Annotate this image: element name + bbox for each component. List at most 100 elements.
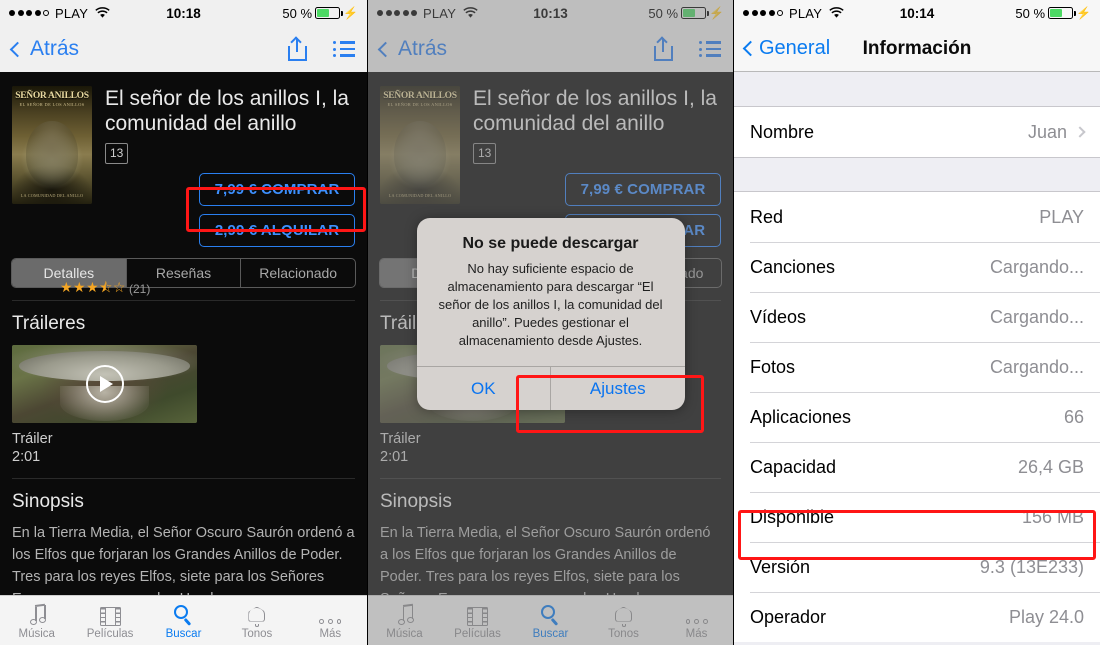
music-note-icon <box>27 602 47 626</box>
ellipsis-icon <box>319 602 342 626</box>
review-count: (21) <box>128 282 151 296</box>
alert-message: No hay suficiente espacio de almacenamie… <box>438 261 663 348</box>
row-capacidad-value: 26,4 GB <box>1017 456 1084 477</box>
trailers-heading: Tráileres <box>12 313 86 334</box>
movie-hero: SEÑOR ANILLOS EL SEÑOR DE LOS ANILLOS LA… <box>0 72 367 247</box>
bell-icon <box>247 602 266 627</box>
settings-list: Nombre Juan Red PLAY Canciones Cargando.… <box>734 72 1100 645</box>
row-nombre-value: Juan <box>1027 121 1067 142</box>
row-nombre[interactable]: Nombre Juan <box>734 107 1100 157</box>
trailer-name: Tráiler <box>12 431 53 447</box>
row-red-label: Red <box>750 206 784 227</box>
share-icon[interactable] <box>288 35 307 61</box>
row-version-value: 9.3 (13E233) <box>979 556 1084 577</box>
star-rating: ★★★⯪☆ <box>60 279 126 295</box>
movie-info: El señor de los anillos I, la comunidad … <box>92 86 355 247</box>
back-label: General <box>759 37 831 59</box>
row-operador-value: Play 24.0 <box>1008 606 1084 627</box>
row-videos-value: Cargando... <box>989 306 1084 327</box>
row-aplicaciones-value: 66 <box>1063 406 1084 427</box>
signal-dots-icon <box>743 10 783 16</box>
play-icon[interactable] <box>85 365 124 403</box>
row-operador[interactable]: Operador Play 24.0 <box>734 592 1100 642</box>
poster-footer-text: LA COMUNIDAD DEL ANILLO <box>20 193 84 198</box>
movie-poster[interactable]: SEÑOR ANILLOS EL SEÑOR DE LOS ANILLOS LA… <box>12 86 92 204</box>
wifi-icon <box>95 7 110 18</box>
back-label: Atrás <box>30 37 80 60</box>
back-to-general-button[interactable]: General <box>742 37 831 60</box>
row-fotos[interactable]: Fotos Cargando... <box>734 342 1100 392</box>
row-disponible[interactable]: Disponible 156 MB <box>734 492 1100 542</box>
search-icon <box>173 602 194 626</box>
purchase-buttons: 7,99 € COMPRAR 2,99 € ALQUILAR <box>105 173 355 247</box>
carrier-label: PLAY <box>789 5 823 21</box>
row-videos[interactable]: Vídeos Cargando... <box>734 292 1100 342</box>
row-capacidad[interactable]: Capacidad 26,4 GB <box>734 442 1100 492</box>
age-rating-badge: 13 <box>105 143 129 164</box>
trailer-thumbnail[interactable] <box>12 345 197 423</box>
tab-bar: Música Películas Buscar Tonos Más <box>0 595 367 645</box>
list-spacer-top <box>734 72 1100 107</box>
status-left: PLAY <box>9 6 110 21</box>
nav-actions <box>288 35 355 61</box>
rent-button[interactable]: 2,99 € ALQUILAR <box>199 214 355 247</box>
carrier-label: PLAY <box>55 5 89 21</box>
tab-mas-label: Más <box>319 627 342 640</box>
alert-buttons: OK Ajustes <box>416 366 685 410</box>
chevron-left-icon <box>742 40 759 57</box>
back-button[interactable]: Atrás <box>9 37 80 61</box>
panel-movie-detail: PLAY 10:18 50 % ⚡ Atrás SEÑOR ANILLOS EL… <box>0 0 367 645</box>
trailer-duration: 2:01 <box>12 449 41 465</box>
status-right: 50 % ⚡ <box>282 6 358 21</box>
alert-body: No se puede descargar No hay suficiente … <box>417 218 685 366</box>
status-left-3: PLAY <box>743 6 844 21</box>
row-aplicaciones[interactable]: Aplicaciones 66 <box>734 392 1100 442</box>
status-bar: PLAY 10:18 50 % ⚡ <box>0 0 367 26</box>
alert-title: No se puede descargar <box>462 235 639 252</box>
synopsis-heading: Sinopsis <box>12 491 84 512</box>
info-group: Red PLAY Canciones Cargando... Vídeos Ca… <box>734 192 1100 642</box>
battery-percent: 50 % <box>282 5 313 21</box>
panel-device-info: PLAY 10:14 50 % ⚡ General Información No… <box>733 0 1100 645</box>
alert-ok-button[interactable]: OK <box>417 367 551 410</box>
tab-peliculas[interactable]: Películas <box>73 602 146 640</box>
tab-relacionado[interactable]: Relacionado <box>241 259 355 287</box>
row-aplicaciones-label: Aplicaciones <box>750 406 852 427</box>
row-fotos-value: Cargando... <box>989 356 1084 377</box>
chevron-right-icon <box>1074 126 1086 138</box>
tab-buscar[interactable]: Buscar <box>147 602 220 640</box>
row-version[interactable]: Versión 9.3 (13E233) <box>734 542 1100 592</box>
row-version-label: Versión <box>750 556 811 577</box>
row-capacidad-label: Capacidad <box>750 456 837 477</box>
film-icon <box>99 602 121 626</box>
battery-icon <box>1048 7 1076 19</box>
row-canciones[interactable]: Canciones Cargando... <box>734 242 1100 292</box>
list-icon[interactable] <box>333 41 355 57</box>
row-red[interactable]: Red PLAY <box>734 192 1100 242</box>
nav-bar: Atrás <box>0 26 367 72</box>
battery-icon <box>315 7 343 19</box>
row-videos-label: Vídeos <box>750 306 807 327</box>
store-content: SEÑOR ANILLOS EL SEÑOR DE LOS ANILLOS LA… <box>0 72 367 645</box>
tab-musica-label: Música <box>18 627 55 640</box>
row-disponible-value: 156 MB <box>1021 506 1084 527</box>
poster-subtitle-text: EL SEÑOR DE LOS ANILLOS <box>19 102 85 107</box>
poster-title-text: SEÑOR ANILLOS <box>15 91 89 101</box>
status-bar-3: PLAY 10:14 50 % ⚡ <box>734 0 1100 26</box>
tab-tonos[interactable]: Tonos <box>220 602 293 640</box>
tab-mas[interactable]: Más <box>294 602 367 640</box>
download-error-alert: No se puede descargar No hay suficiente … <box>416 218 685 410</box>
screenshot-root: PLAY 10:18 50 % ⚡ Atrás SEÑOR ANILLOS EL… <box>0 0 1100 645</box>
tab-musica[interactable]: Música <box>0 602 73 640</box>
alert-settings-button[interactable]: Ajustes <box>550 367 685 410</box>
row-operador-label: Operador <box>750 606 827 627</box>
buy-button[interactable]: 7,99 € COMPRAR <box>199 173 355 206</box>
name-group: Nombre Juan <box>734 107 1100 157</box>
rating-block: ★★★⯪☆ (21) <box>60 277 150 301</box>
row-canciones-label: Canciones <box>750 256 836 277</box>
tab-peliculas-label: Películas <box>86 627 134 640</box>
signal-dots-icon <box>9 10 49 16</box>
trailer-item[interactable]: Tráiler 2:01 <box>0 335 367 466</box>
row-canciones-value: Cargando... <box>989 256 1084 277</box>
status-right-3: 50 % ⚡ <box>1015 6 1091 21</box>
